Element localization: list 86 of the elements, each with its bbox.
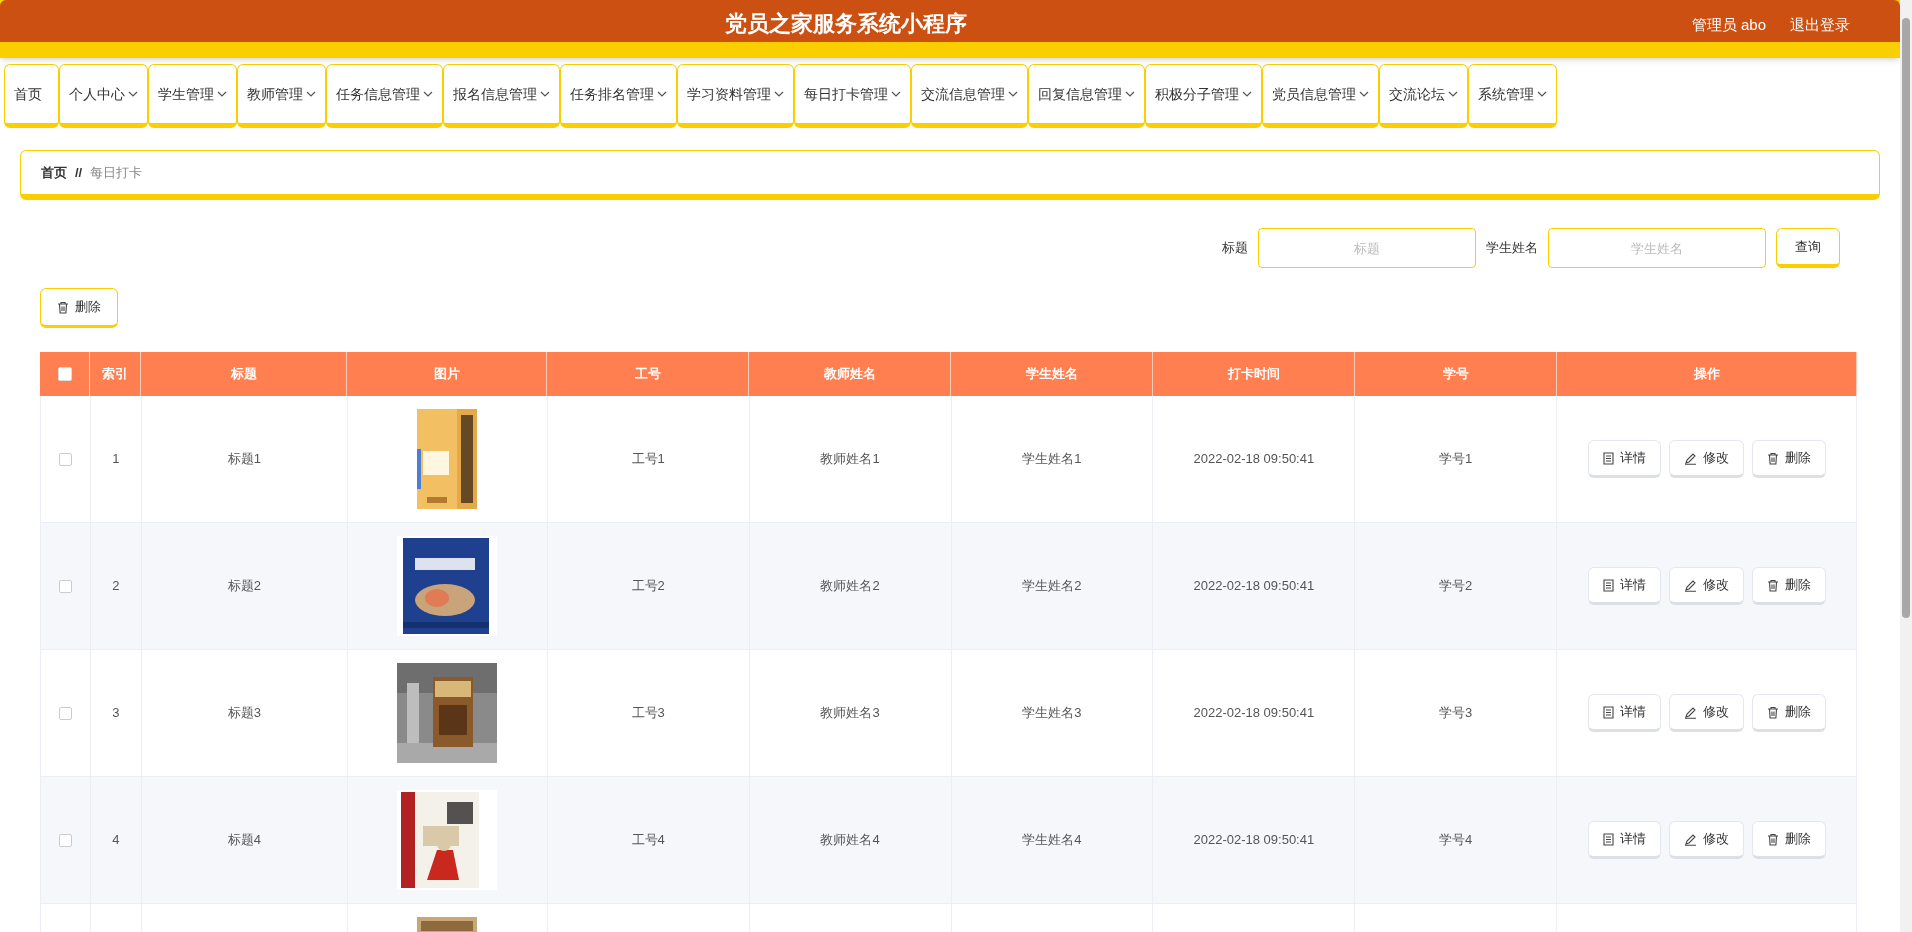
action-button[interactable]: 详情 xyxy=(1587,694,1661,732)
trash-icon xyxy=(57,300,69,314)
action-button[interactable]: 详情 xyxy=(1587,821,1661,859)
table-cell-text: 标题2 xyxy=(227,577,261,596)
table-cell-text: 1 xyxy=(112,450,120,469)
row-checkbox[interactable] xyxy=(59,833,72,847)
nav-menu-item[interactable]: 交流论坛 xyxy=(1379,64,1468,128)
trash-icon xyxy=(1766,705,1779,719)
table-cell-text: 学号2 xyxy=(1439,577,1473,596)
nav-menu-item[interactable]: 交流信息管理 xyxy=(911,64,1028,128)
field-label: 学生姓名 xyxy=(1486,239,1538,258)
nav-menu-item[interactable]: 任务信息管理 xyxy=(326,64,443,128)
table-cell-text: 工号1 xyxy=(631,450,665,469)
table-cell-text: 学生姓名3 xyxy=(1022,704,1082,723)
nav-menu-item[interactable]: 系统管理 xyxy=(1468,64,1557,128)
user-label: 管理员 abo xyxy=(1691,14,1766,35)
table-cell-text: 教师姓名1 xyxy=(820,450,880,469)
table-cell-text: 4 xyxy=(112,831,120,850)
pencil-icon xyxy=(1683,451,1697,465)
table-cell-text: 工号3 xyxy=(631,704,665,723)
nav-menu-item[interactable]: 任务排名管理 xyxy=(560,64,677,128)
action-button[interactable]: 详情 xyxy=(1587,567,1661,605)
trash-icon xyxy=(1766,451,1779,465)
table-cell-text: 3 xyxy=(112,704,120,723)
row-checkbox[interactable] xyxy=(59,579,72,593)
nav-menu-item[interactable]: 首页 xyxy=(4,64,59,128)
action-button[interactable]: 修改 xyxy=(1668,821,1744,859)
search-field[interactable]: 学生姓名 xyxy=(1548,228,1766,268)
trash-icon xyxy=(1766,832,1779,846)
table-cell-text: 学号3 xyxy=(1439,704,1473,723)
nav-menu-item[interactable]: 教师管理 xyxy=(237,64,326,128)
document-icon xyxy=(1602,451,1614,465)
action-button[interactable]: 删除 xyxy=(1751,821,1826,859)
document-icon xyxy=(1602,705,1614,719)
action-button[interactable]: 删除 xyxy=(1751,694,1826,732)
nav-menu-item[interactable]: 学生管理 xyxy=(148,64,237,128)
search-field[interactable]: 标题 xyxy=(1258,228,1476,268)
table-cell-text: 教师姓名2 xyxy=(820,577,880,596)
nav-menu-item[interactable]: 学习资料管理 xyxy=(677,64,794,128)
table-cell-text: 2022-02-18 09:50:41 xyxy=(1193,450,1315,469)
scrollbar[interactable] xyxy=(1900,0,1912,932)
breadcrumb-separator: // xyxy=(75,163,83,182)
table-cell-text: 2 xyxy=(112,577,120,596)
table-cell-text: 教师姓名4 xyxy=(820,831,880,850)
action-button[interactable]: 修改 xyxy=(1668,440,1744,478)
nav-menu-item[interactable]: 报名信息管理 xyxy=(443,64,560,128)
breadcrumb-current: 每日打卡 xyxy=(90,163,143,182)
table-cell-text: 标题3 xyxy=(227,704,261,723)
logout-link[interactable]: 退出登录 xyxy=(1790,13,1850,42)
table-cell-text: 学生姓名1 xyxy=(1022,450,1082,469)
row-checkbox[interactable] xyxy=(59,706,72,720)
table-cell-text: 学生姓名2 xyxy=(1022,577,1082,596)
document-icon xyxy=(1602,578,1614,592)
breadcrumb-link[interactable]: 首页 xyxy=(41,162,67,183)
table-cell-text: 教师姓名3 xyxy=(820,704,880,723)
pencil-icon xyxy=(1683,578,1697,592)
table-cell-text: 学生姓名4 xyxy=(1022,831,1082,850)
field-label: 标题 xyxy=(1222,239,1248,258)
table-cell-text: 标题1 xyxy=(227,450,261,469)
table-cell-text: 工号4 xyxy=(631,831,665,850)
document-icon xyxy=(1602,832,1614,846)
action-button[interactable]: 修改 xyxy=(1668,694,1744,732)
table-cell-text: 标题4 xyxy=(227,831,261,850)
table-cell-text: 2022-02-18 09:50:41 xyxy=(1193,577,1315,596)
action-button[interactable]: 详情 xyxy=(1587,440,1661,478)
nav-menu-item[interactable]: 个人中心 xyxy=(59,64,148,128)
search-button[interactable]: 查询 xyxy=(1776,228,1840,268)
pencil-icon xyxy=(1683,832,1697,846)
action-button[interactable]: 修改 xyxy=(1668,567,1744,605)
table-cell-text: 2022-02-18 09:50:41 xyxy=(1193,831,1315,850)
trash-icon xyxy=(1766,578,1779,592)
pencil-icon xyxy=(1683,705,1697,719)
select-all-checkbox[interactable] xyxy=(57,367,72,381)
action-button[interactable]: 删除 xyxy=(1751,567,1826,605)
row-checkbox[interactable] xyxy=(59,452,72,466)
table-cell-text: 2022-02-18 09:50:41 xyxy=(1193,704,1315,723)
nav-menu-item[interactable]: 党员信息管理 xyxy=(1262,64,1379,128)
action-button[interactable]: 删除 xyxy=(1751,440,1826,478)
table-cell-text: 工号2 xyxy=(631,577,665,596)
table-cell-text: 学号1 xyxy=(1439,450,1473,469)
nav-menu-item[interactable]: 积极分子管理 xyxy=(1145,64,1262,128)
delete-button[interactable]: 删除 xyxy=(40,288,118,328)
nav-menu-item[interactable]: 回复信息管理 xyxy=(1028,64,1145,128)
nav-menu-item[interactable]: 每日打卡管理 xyxy=(794,64,911,128)
app-title: 党员之家服务系统小程序 xyxy=(724,10,967,38)
table-cell-text: 学号4 xyxy=(1439,831,1473,850)
